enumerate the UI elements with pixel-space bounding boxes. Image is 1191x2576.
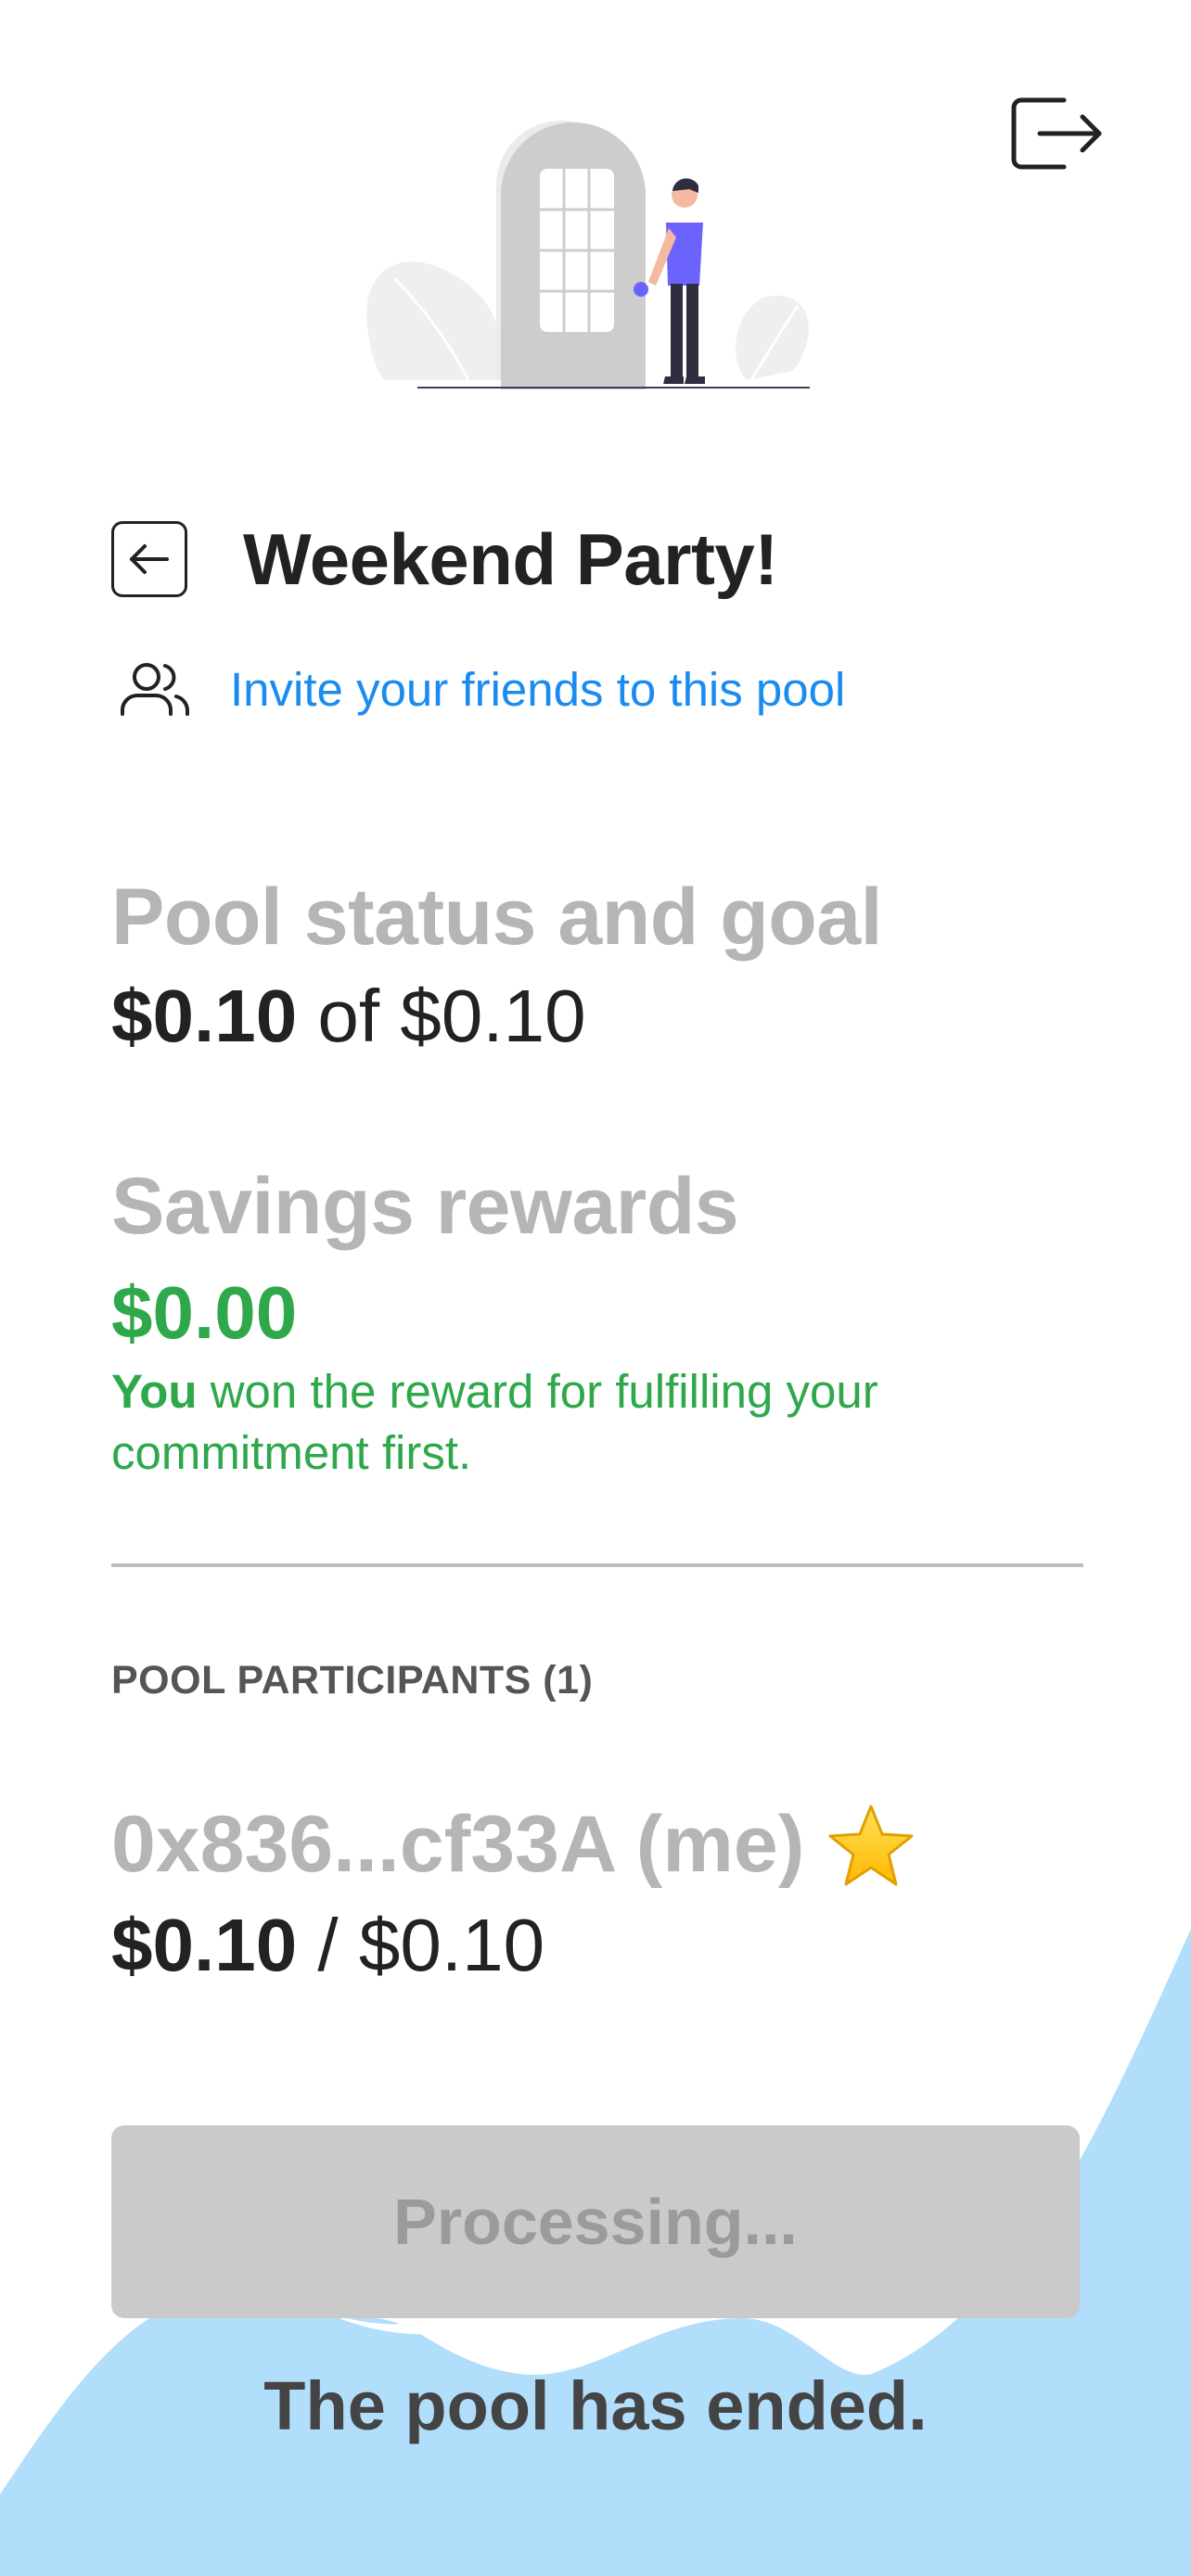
reward-note-you: You <box>111 1365 198 1418</box>
logout-arrow-icon <box>1011 97 1102 170</box>
arrow-left-icon <box>130 544 169 574</box>
person-at-door-illustration <box>366 121 810 389</box>
invite-row[interactable]: Invite your friends to this pool <box>119 660 845 718</box>
page-title: Weekend Party! <box>243 517 778 600</box>
pool-status-amount: $0.10 of $0.10 <box>111 974 586 1059</box>
participant-amount: $0.10 / $0.10 <box>111 1903 544 1988</box>
pool-goal-amount: $0.10 <box>400 975 586 1057</box>
participant-separator: / <box>297 1904 359 1986</box>
processing-button[interactable]: Processing... <box>111 2125 1080 2318</box>
reward-amount: $0.00 <box>111 1271 298 1354</box>
pool-ended-message: The pool has ended. <box>263 2367 928 2444</box>
amount-separator: of <box>297 975 401 1057</box>
reward-note: You won the reward for fulfilling your c… <box>111 1361 946 1484</box>
pool-title-row: Weekend Party! <box>111 517 778 600</box>
participant-address: 0x836...cf33A (me) <box>111 1800 805 1889</box>
participant-goal: $0.10 <box>358 1904 545 1986</box>
logout-button[interactable] <box>1006 91 1107 176</box>
back-button[interactable] <box>111 521 187 597</box>
participant-saved: $0.10 <box>111 1904 298 1986</box>
section-divider <box>111 1563 1083 1567</box>
savings-rewards-heading: Savings rewards <box>111 1162 739 1251</box>
reward-note-text: won the reward for fulfilling your commi… <box>111 1365 891 1479</box>
star-icon <box>826 1803 916 1888</box>
pool-status-heading: Pool status and goal <box>111 873 882 962</box>
pool-current-amount: $0.10 <box>111 975 298 1057</box>
participant-name: 0x836...cf33A (me) <box>111 1799 916 1891</box>
users-icon <box>121 663 189 716</box>
invite-friends-link[interactable]: Invite your friends to this pool <box>230 662 845 717</box>
pool-detail-screen: Weekend Party! Invite your friends to th… <box>0 0 1191 2576</box>
participants-label: POOL PARTICIPANTS (1) <box>111 1658 594 1702</box>
